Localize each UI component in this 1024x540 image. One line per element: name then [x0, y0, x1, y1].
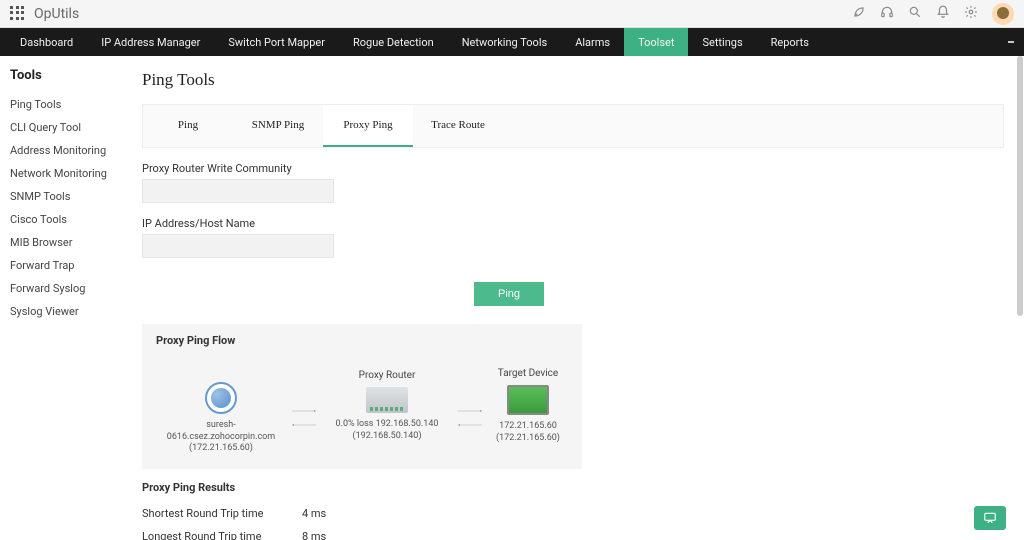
result-label: Longest Round Trip time — [142, 530, 302, 540]
arrow-left-2 — [458, 418, 482, 426]
gear-icon[interactable] — [964, 5, 978, 23]
tabs-filler — [503, 105, 1003, 147]
arrow-right-1 — [292, 404, 316, 412]
search-icon[interactable] — [908, 5, 922, 23]
monitor-icon — [507, 385, 549, 415]
bell-icon[interactable] — [936, 5, 950, 23]
sidebar-item-network-monitoring[interactable]: Network Monitoring — [10, 162, 118, 185]
nav-alarms[interactable]: Alarms — [561, 28, 624, 56]
sidebar-item-forward-trap[interactable]: Forward Trap — [10, 254, 118, 277]
scrollbar-thumb[interactable] — [1017, 56, 1023, 316]
nav-reports[interactable]: Reports — [757, 28, 823, 56]
sidebar-item-cli-query[interactable]: CLI Query Tool — [10, 116, 118, 139]
arrow-right-2 — [458, 404, 482, 412]
target-label: Target Device — [488, 368, 568, 379]
target-ip2: (172.21.165.60) — [488, 433, 568, 445]
topbar: OpUtils — [0, 0, 1024, 28]
host-label: IP Address/Host Name — [142, 217, 1004, 230]
main-content: Ping Tools Ping SNMP Ping Proxy Ping Tra… — [128, 56, 1024, 540]
nav-ip-address-manager[interactable]: IP Address Manager — [87, 28, 214, 56]
avatar[interactable] — [992, 3, 1014, 25]
host-input[interactable] — [142, 234, 334, 258]
sidebar-item-cisco-tools[interactable]: Cisco Tools — [10, 208, 118, 231]
nav-more-icon[interactable] — [998, 28, 1024, 56]
target-ip1: 172.21.165.60 — [488, 421, 568, 433]
nav-rogue-detection[interactable]: Rogue Detection — [339, 28, 448, 56]
sidebar-item-snmp-tools[interactable]: SNMP Tools — [10, 185, 118, 208]
nav-toolset[interactable]: Toolset — [624, 28, 688, 56]
sidebar-item-ping-tools[interactable]: Ping Tools — [10, 93, 118, 116]
nav-switch-port-mapper[interactable]: Switch Port Mapper — [214, 28, 339, 56]
result-value: 8 ms — [302, 530, 326, 540]
arrow-left-1 — [292, 418, 316, 426]
tab-ping[interactable]: Ping — [143, 105, 233, 147]
navbar: Dashboard IP Address Manager Switch Port… — [0, 28, 1024, 56]
result-row: Shortest Round Trip time4 ms — [142, 502, 1004, 525]
origin-ip: (172.21.165.60) — [156, 443, 286, 455]
ping-button[interactable]: Ping — [474, 282, 544, 306]
tab-trace-route[interactable]: Trace Route — [413, 105, 503, 147]
results-title: Proxy Ping Results — [142, 481, 1004, 494]
sidebar-title: Tools — [10, 68, 118, 83]
origin-host: suresh-0616.csez.zohocorpin.com — [156, 420, 286, 443]
flow-title: Proxy Ping Flow — [156, 334, 568, 347]
sidebar-item-mib-browser[interactable]: MIB Browser — [10, 231, 118, 254]
sidebar-item-forward-syslog[interactable]: Forward Syslog — [10, 277, 118, 300]
tab-proxy-ping[interactable]: Proxy Ping — [323, 105, 413, 147]
result-row: Longest Round Trip time8 ms — [142, 525, 1004, 540]
community-label: Proxy Router Write Community — [142, 162, 1004, 175]
headset-icon[interactable] — [880, 5, 894, 23]
flow-panel: Proxy Ping Flow suresh-0616.csez.zohocor… — [142, 324, 582, 469]
help-chat-icon[interactable] — [974, 506, 1006, 530]
globe-icon — [205, 382, 237, 414]
router-label: Proxy Router — [322, 370, 452, 381]
community-input[interactable] — [142, 179, 334, 203]
origin-top-spacer — [156, 357, 286, 368]
nav-dashboard[interactable]: Dashboard — [6, 28, 87, 56]
sidebar-item-address-monitoring[interactable]: Address Monitoring — [10, 139, 118, 162]
app-title: OpUtils — [34, 6, 79, 22]
tab-snmp-ping[interactable]: SNMP Ping — [233, 105, 323, 147]
page-title: Ping Tools — [142, 70, 1004, 90]
sidebar: Tools Ping Tools CLI Query Tool Address … — [0, 56, 128, 540]
tool-tabs: Ping SNMP Ping Proxy Ping Trace Route — [142, 104, 1004, 148]
router-icon — [366, 387, 408, 413]
result-label: Shortest Round Trip time — [142, 507, 302, 520]
form-host: IP Address/Host Name — [142, 217, 1004, 258]
result-value: 4 ms — [302, 507, 326, 520]
rocket-icon[interactable] — [852, 5, 866, 23]
sidebar-item-syslog-viewer[interactable]: Syslog Viewer — [10, 300, 118, 323]
topbar-actions — [852, 3, 1014, 25]
router-text: 0.0% loss 192.168.50.140 (192.168.50.140… — [322, 419, 452, 442]
form-community: Proxy Router Write Community — [142, 162, 1004, 203]
nav-networking-tools[interactable]: Networking Tools — [448, 28, 562, 56]
nav-settings[interactable]: Settings — [688, 28, 756, 56]
app-grid-icon[interactable] — [10, 6, 26, 22]
